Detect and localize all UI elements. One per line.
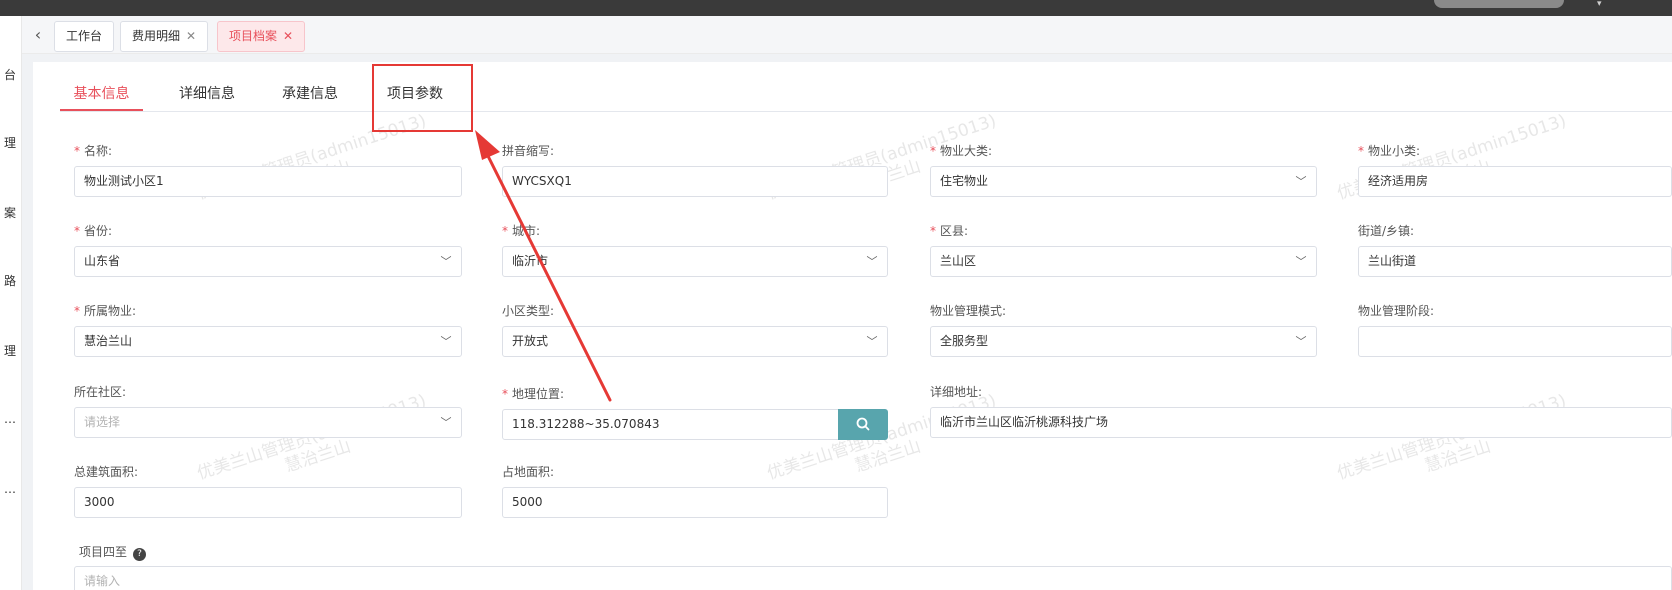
subcategory-select[interactable]: 经济适用房 [1358, 166, 1672, 197]
mgmt-mode-label: 物业管理模式: [930, 304, 1007, 318]
select-value: 开放式 [512, 334, 549, 348]
nav-item-road[interactable]: 路 [0, 272, 16, 289]
property-label: * 所属物业: [74, 304, 137, 318]
location-input[interactable]: 118.312288~35.070843 [502, 409, 839, 440]
city-select[interactable]: 临沂市 ﹀ [502, 246, 888, 277]
tab-build-info[interactable]: 承建信息 [270, 76, 350, 112]
side-nav: 台 理 案 路 理 … … [0, 16, 22, 590]
select-value: 慧治兰山 [84, 334, 133, 348]
category-select[interactable]: 住宅物业 ﹀ [930, 166, 1317, 197]
chevron-down-icon: ﹀ [866, 255, 878, 268]
select-value: 兰山区 [940, 254, 977, 268]
chevron-left-icon[interactable]: ‹ [28, 25, 48, 45]
district-select[interactable]: 兰山区 ﹀ [930, 246, 1317, 277]
province-label: * 省份: [74, 224, 113, 238]
chevron-down-icon: ﹀ [866, 335, 878, 348]
street-select[interactable]: 兰山街道 [1358, 246, 1672, 277]
district-label: * 区县: [930, 224, 969, 238]
pinyin-input[interactable]: WYCSXQ1 [502, 166, 888, 197]
boundary-textarea[interactable]: 请输入 [74, 566, 1672, 590]
property-select[interactable]: 慧治兰山 ﹀ [74, 326, 462, 357]
tab-basic-info[interactable]: 基本信息 [60, 76, 143, 112]
top-bar: ▾ [0, 0, 1672, 16]
nav-item-manage-2[interactable]: 理 [0, 342, 16, 359]
location-label: * 地理位置: [502, 387, 565, 401]
top-search-pill[interactable] [1434, 0, 1564, 8]
chevron-down-icon: ﹀ [440, 335, 452, 348]
tab-label: 费用明细 [132, 29, 181, 43]
nav-item-more-1[interactable]: … [0, 412, 16, 426]
chevron-down-icon: ﹀ [1295, 335, 1307, 348]
area-type-label: 小区类型: [502, 304, 555, 318]
tab-detail-info[interactable]: 详细信息 [167, 76, 247, 112]
page-tab-bar: ‹ 工作台 费用明细 ✕ 项目档案 ✕ [22, 16, 1672, 54]
street-label: 街道/乡镇: [1358, 224, 1415, 238]
nav-item-more-2[interactable]: … [0, 482, 16, 496]
close-icon[interactable]: ✕ [186, 29, 196, 43]
land-area-label: 占地面积: [502, 465, 555, 479]
pinyin-label: 拼音缩写: [502, 144, 555, 158]
chevron-down-icon: ﹀ [1295, 175, 1307, 188]
tab-expense[interactable]: 费用明细 ✕ [120, 21, 209, 52]
province-select[interactable]: 山东省 ﹀ [74, 246, 462, 277]
mgmt-stage-select[interactable] [1358, 326, 1672, 357]
boundary-label: 项目四至? [79, 543, 147, 561]
close-icon[interactable]: ✕ [283, 29, 293, 43]
location-search-button[interactable] [838, 409, 888, 440]
nav-item-archive[interactable]: 案 [0, 204, 16, 221]
top-user-icon[interactable]: ▾ [1597, 0, 1611, 9]
name-label: * 名称: [74, 144, 113, 158]
chevron-down-icon: ﹀ [440, 416, 452, 429]
community-select[interactable]: 请选择 ﹀ [74, 407, 462, 438]
help-icon[interactable]: ? [133, 548, 147, 561]
community-label: 所在社区: [74, 385, 127, 399]
active-tab-indicator [60, 109, 143, 111]
tab-label: 工作台 [66, 29, 103, 43]
subcategory-label: * 物业小类: [1358, 144, 1421, 158]
nav-item-manage[interactable]: 理 [0, 134, 16, 151]
nav-item-workbench[interactable]: 台 [0, 66, 16, 83]
area-type-select[interactable]: 开放式 ﹀ [502, 326, 888, 357]
select-value: 山东省 [84, 254, 121, 268]
tab-project-archive[interactable]: 项目档案 ✕ [217, 21, 306, 52]
select-value: 全服务型 [940, 334, 989, 348]
category-label: * 物业大类: [930, 144, 993, 158]
building-area-label: 总建筑面积: [74, 465, 139, 479]
chevron-down-icon: ﹀ [440, 255, 452, 268]
select-placeholder: 请选择 [84, 415, 121, 429]
city-label: * 城市: [502, 224, 541, 238]
chevron-down-icon: ﹀ [1295, 255, 1307, 268]
mgmt-mode-select[interactable]: 全服务型 ﹀ [930, 326, 1317, 357]
select-value: 住宅物业 [940, 174, 989, 188]
land-area-input[interactable]: 5000 [502, 487, 888, 518]
tab-label: 项目档案 [229, 29, 278, 43]
tab-workbench[interactable]: 工作台 [54, 21, 115, 52]
select-value: 临沂市 [512, 254, 549, 268]
address-label: 详细地址: [930, 385, 983, 399]
tab-project-params[interactable]: 项目参数 [375, 76, 455, 112]
mgmt-stage-label: 物业管理阶段: [1358, 304, 1435, 318]
form-tabs: 基本信息 详细信息 承建信息 项目参数 [60, 76, 1672, 112]
search-icon [856, 417, 870, 431]
name-input[interactable]: 物业测试小区1 [74, 166, 462, 197]
address-input[interactable]: 临沂市兰山区临沂桃源科技广场 [930, 407, 1672, 438]
building-area-input[interactable]: 3000 [74, 487, 462, 518]
